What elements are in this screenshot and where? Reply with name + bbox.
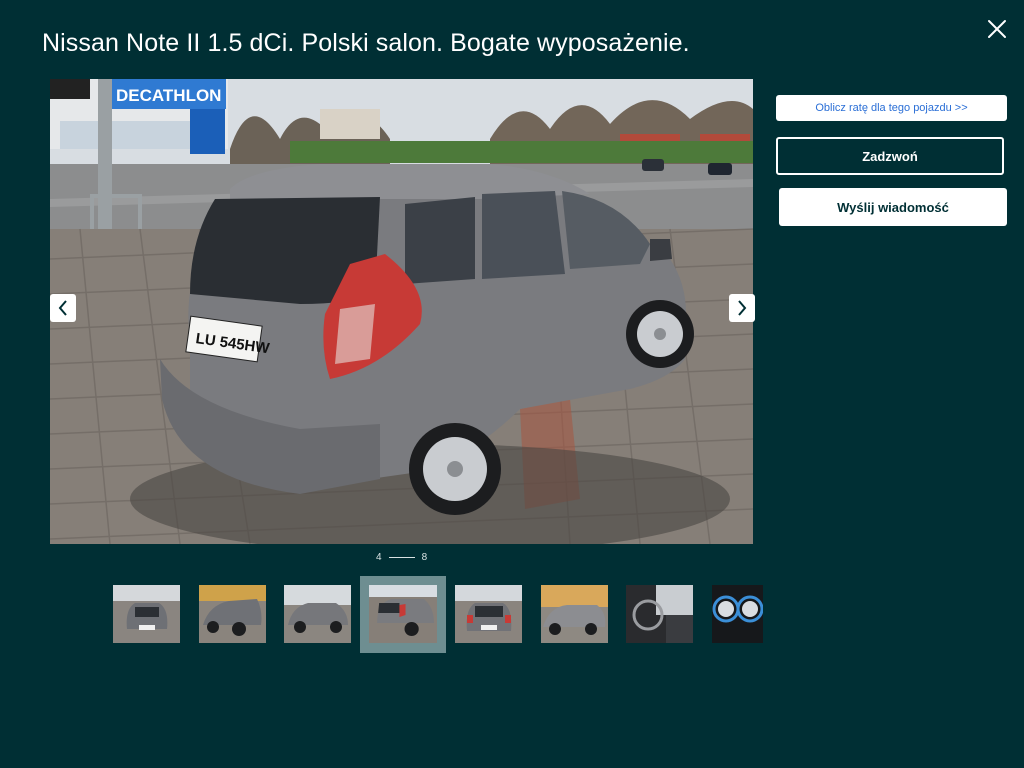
thumbnail-1[interactable] (113, 585, 180, 643)
thumbnail-3[interactable] (284, 585, 351, 643)
photo-counter: 4 8 (376, 551, 427, 563)
current-photo-index: 4 (376, 551, 382, 563)
thumbnail-8[interactable] (712, 585, 763, 643)
thumbnail-6[interactable] (541, 585, 608, 643)
thumbnail-5[interactable] (455, 585, 522, 643)
close-icon[interactable] (984, 16, 1010, 42)
store-sign: DECATHLON (116, 86, 221, 105)
main-photo: DECATHLON LU 545HW (50, 79, 753, 544)
page-title: Nissan Note II 1.5 dCi. Polski salon. Bo… (42, 29, 690, 57)
thumbnail-2[interactable] (199, 585, 266, 643)
call-button[interactable]: Zadzwoń (776, 137, 1004, 175)
chevron-right-icon[interactable] (729, 294, 755, 322)
thumbnail-4[interactable] (360, 576, 446, 653)
send-message-button[interactable]: Wyślij wiadomość (779, 188, 1007, 226)
counter-divider (388, 556, 415, 558)
total-photos: 8 (421, 551, 428, 563)
thumbnail-7[interactable] (626, 585, 693, 643)
calculate-rate-button[interactable]: Oblicz ratę dla tego pojazdu >> (776, 95, 1007, 121)
thumbnail-strip (0, 576, 1024, 653)
chevron-left-icon[interactable] (50, 294, 76, 322)
